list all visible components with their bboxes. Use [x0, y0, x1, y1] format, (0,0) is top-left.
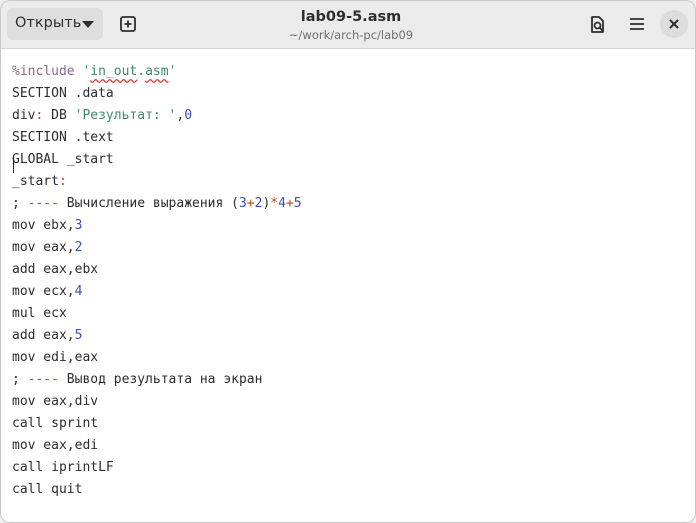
code-token: call sprint [12, 416, 99, 431]
document-title: lab09-5.asm [300, 9, 402, 25]
code-token: %include [12, 64, 83, 79]
code-token: 5 [293, 196, 302, 211]
code-line: _start: [12, 171, 67, 193]
code-line: ; ---- Вывод результата на экран [12, 369, 262, 391]
code-token: ; [12, 196, 28, 211]
code-line: GLOBAL _start [12, 149, 114, 171]
text-editor-window: Открыть lab09-5.asm ~/work/arch-pc/lab09 [0, 0, 696, 523]
code-token: call iprintLF [12, 460, 114, 475]
document-path: ~/work/arch-pc/lab09 [288, 28, 414, 42]
code-token: 3 [74, 218, 83, 233]
open-button[interactable]: Открыть [7, 8, 103, 40]
code-line: SECTION .text [12, 127, 114, 149]
code-token: div [12, 108, 36, 123]
code-token: mul ecx [12, 306, 67, 321]
code-token: add eax, [12, 328, 75, 343]
code-token: ; [12, 372, 28, 387]
code-token: ---- [27, 372, 59, 387]
code-line: add eax,ebx [12, 259, 98, 281]
code-line: mov ecx,4 [12, 281, 82, 303]
code-line: call sprint [12, 413, 98, 435]
hamburger-menu-icon [630, 18, 644, 30]
code-token: 3 [238, 196, 247, 211]
close-icon [669, 19, 679, 29]
code-token: ---- [27, 196, 59, 211]
code-token: Вычисление выражения ( [58, 196, 239, 211]
code-token: mov eax, [12, 240, 75, 255]
code-line: mul ecx [12, 303, 67, 325]
code-line: mov eax,edi [12, 435, 98, 457]
code-token: 4 [278, 196, 286, 211]
code-token: * [270, 196, 279, 211]
code-line: mov eax,div [12, 391, 98, 413]
code-token: + [246, 196, 255, 211]
code-line: SECTION .data [12, 83, 114, 105]
code-token: mov eax,edi [12, 438, 99, 453]
header-bar: Открыть lab09-5.asm ~/work/arch-pc/lab09 [1, 1, 695, 49]
code-token: add eax,ebx [12, 262, 99, 277]
code-line: mov edi,eax [12, 347, 98, 369]
code-token: Вывод результата на экран [58, 372, 263, 387]
code-token: mov ebx, [12, 218, 75, 233]
new-tab-button[interactable] [111, 8, 145, 40]
code-line: call iprintLF [12, 457, 114, 479]
code-token: SECTION .text [12, 130, 114, 145]
code-line: mov eax,2 [12, 237, 82, 259]
code-token: ' [168, 64, 177, 79]
code-token: + [285, 196, 294, 211]
code-token: 4 [74, 284, 83, 299]
code-token: 'Результат: ' [74, 108, 177, 123]
code-line: mov ebx,3 [12, 215, 82, 237]
code-token: mov ecx, [12, 284, 75, 299]
code-token: DB [43, 108, 75, 123]
find-button[interactable] [580, 8, 614, 40]
code-token: 0 [184, 108, 193, 123]
code-token: SECTION .data [12, 86, 114, 101]
code-token: in_out [90, 64, 138, 79]
code-token: asm [145, 64, 169, 79]
close-button[interactable] [660, 10, 688, 38]
code-token: call quit [12, 482, 83, 497]
code-token: : [58, 174, 67, 189]
code-token: mov edi,eax [12, 350, 99, 365]
code-line: div: DB 'Результат: ',0 [12, 105, 192, 127]
new-tab-icon [120, 16, 136, 32]
code-token: GLOBAL _start [12, 152, 114, 167]
find-in-file-icon [591, 16, 605, 33]
code-line: %include 'in_out.asm' [12, 61, 176, 83]
code-editor[interactable]: %include 'in_out.asm' SECTION .data div: D… [1, 49, 695, 522]
code-line: call quit [12, 479, 82, 501]
code-token: . [137, 64, 146, 79]
main-menu-button[interactable] [620, 8, 654, 40]
code-token: mov eax,div [12, 394, 99, 409]
code-token: 5 [74, 328, 83, 343]
code-token: _start [12, 174, 59, 189]
code-line: add eax,5 [12, 325, 82, 347]
chevron-down-icon [82, 21, 94, 28]
open-button-label: Открыть [15, 15, 82, 31]
code-line: ; ---- Вычисление выражения (3+2)*4+5 [12, 193, 302, 215]
code-token: 2 [74, 240, 83, 255]
